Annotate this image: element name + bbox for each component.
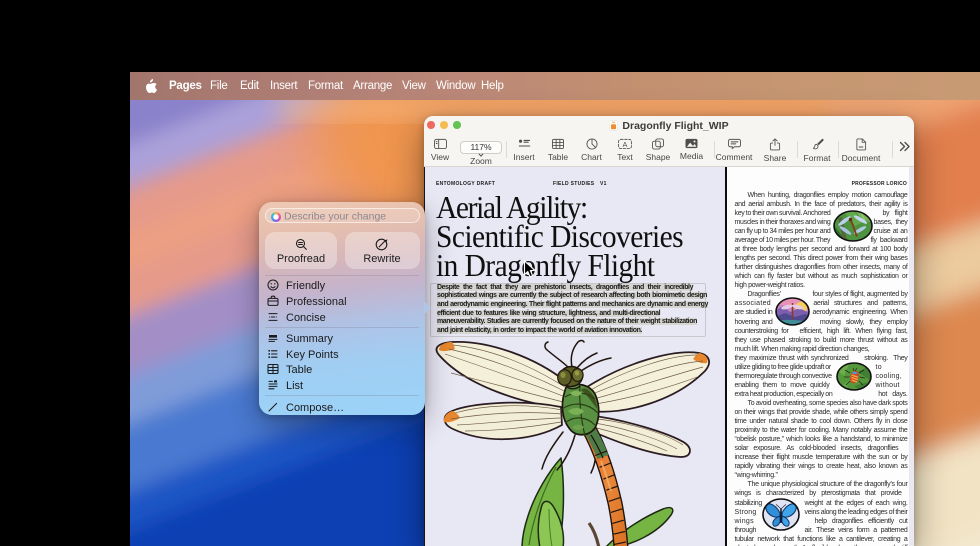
svg-text:A: A bbox=[623, 139, 628, 148]
